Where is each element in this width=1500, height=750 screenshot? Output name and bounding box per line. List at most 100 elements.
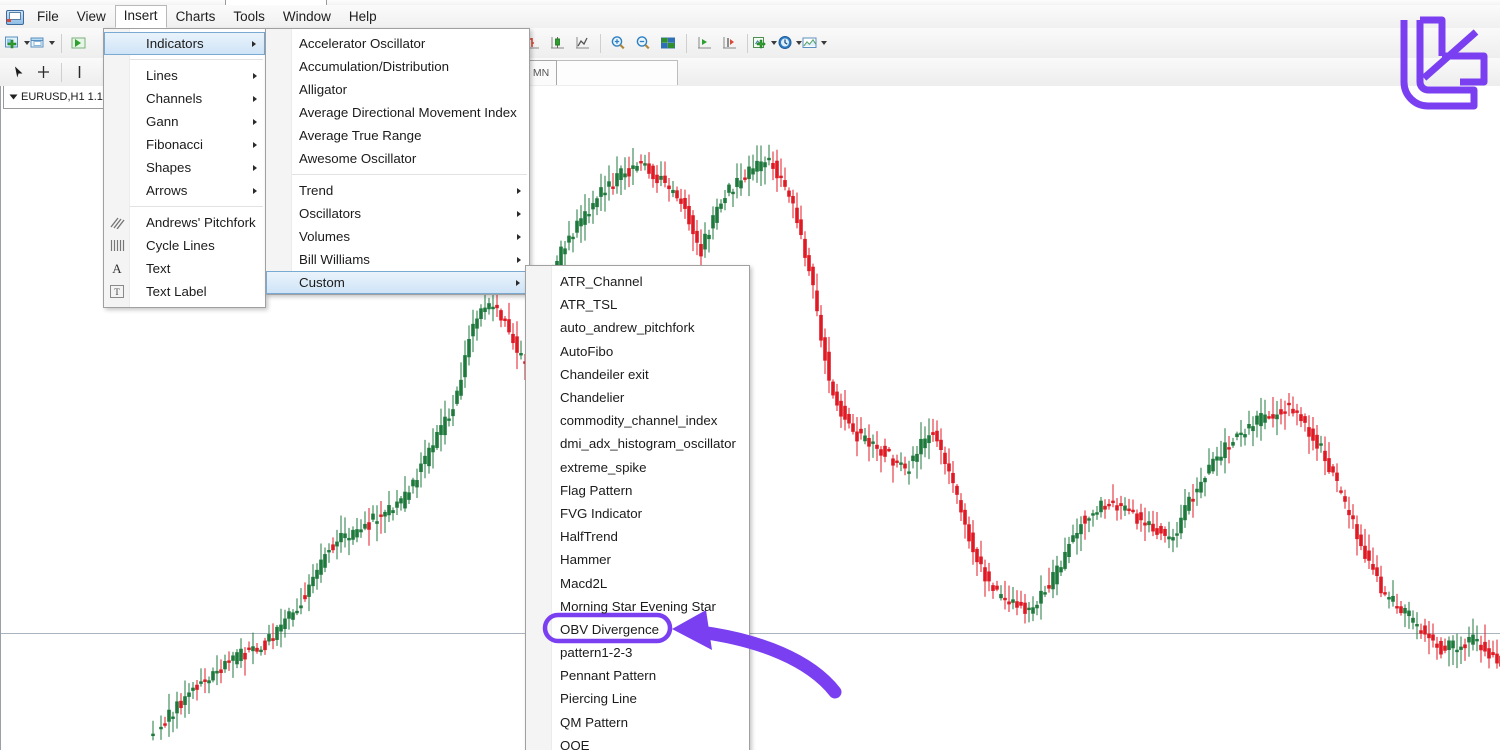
mt4-app-icon — [5, 8, 24, 25]
insert-menu-item-indicators-label: Indicators — [146, 36, 204, 51]
indicators-menu-item-volumes[interactable]: Volumes — [266, 225, 529, 248]
green-arrow-icon — [70, 34, 89, 53]
insert-menu-item-cycle-lines[interactable]: Cycle Lines — [104, 234, 265, 257]
clock-icon — [776, 34, 795, 53]
period-button[interactable] — [778, 32, 803, 55]
line-chart-icon — [573, 34, 592, 53]
arrow-cursor-icon — [9, 63, 28, 82]
custom-menu-item-flag-pattern-label: Flag Pattern — [560, 483, 632, 498]
insert-menu-item-text[interactable]: A Text — [104, 257, 265, 280]
indicators-menu-item-volumes-label: Volumes — [299, 229, 350, 244]
insert-menu-item-andrews-pitchfork[interactable]: Andrews' Pitchfork — [104, 211, 265, 234]
add-indicator-button[interactable] — [753, 32, 778, 55]
insert-menu-item-lines[interactable]: Lines — [104, 64, 265, 87]
indicators-menu-item-alligator[interactable]: Alligator — [266, 78, 529, 101]
menu-help[interactable]: Help — [340, 6, 386, 28]
menu-separator — [130, 206, 263, 207]
insert-menu[interactable]: Indicators LinesChannelsGannFibonacci Shap… — [103, 28, 266, 308]
insert-menu-item-channels[interactable]: Channels — [104, 87, 265, 110]
custom-menu-item-hammer[interactable]: Hammer — [526, 548, 749, 571]
new-chart-button[interactable] — [6, 32, 31, 55]
custom-indicators-submenu[interactable]: ATR_ChannelATR_TSLauto_andrew_pitchfork A… — [525, 265, 750, 750]
custom-menu-item-commodity-channel-index[interactable]: commodity_channel_index — [526, 409, 749, 432]
insert-menu-item-text-label: Text — [146, 261, 170, 276]
chevron-down-icon[interactable] — [49, 41, 55, 45]
custom-menu-item-autofibo-label: AutoFibo — [560, 344, 613, 359]
line-chart-button[interactable] — [570, 32, 595, 55]
indicators-menu-item-average-directional-movement-index[interactable]: Average Directional Movement Index — [266, 101, 529, 124]
custom-menu-item-qqe[interactable]: QQE — [526, 734, 749, 750]
autotrading-button[interactable] — [67, 32, 92, 55]
insert-menu-item-gann[interactable]: Gann — [104, 110, 265, 133]
indicators-submenu[interactable]: Accelerator OscillatorAccumulation/Distr… — [265, 28, 530, 295]
zoom-out-button[interactable] — [631, 32, 656, 55]
grid-button[interactable] — [656, 32, 681, 55]
custom-menu-item-piercing-line[interactable]: Piercing Line — [526, 687, 749, 710]
custom-menu-item-morning-star-evening-star-label: Morning Star Evening Star — [560, 599, 716, 614]
chart-shift-icon — [695, 34, 714, 53]
menu-view[interactable]: View — [68, 6, 115, 28]
custom-menu-item-chandeiler-exit[interactable]: Chandeiler exit — [526, 363, 749, 386]
custom-menu-item-morning-star-evening-star[interactable]: Morning Star Evening Star — [526, 595, 749, 618]
insert-menu-item-text-label[interactable]: TText Label — [104, 280, 265, 303]
vertical-line-tool-button[interactable] — [67, 61, 92, 84]
indicators-menu-item-average-true-range[interactable]: Average True Range — [266, 124, 529, 147]
custom-menu-item-autofibo[interactable]: AutoFibo — [526, 340, 749, 363]
insert-menu-item-fibonacci[interactable]: Fibonacci — [104, 133, 265, 156]
autoscroll-button[interactable] — [717, 32, 742, 55]
indicators-menu-item-oscillators[interactable]: Oscillators — [266, 202, 529, 225]
custom-menu-item-extreme-spike[interactable]: extreme_spike — [526, 456, 749, 479]
indicators-menu-item-awesome-oscillator[interactable]: Awesome Oscillator — [266, 147, 529, 170]
insert-menu-item-shapes-label: Shapes — [146, 160, 191, 175]
custom-menu-item-qm-pattern[interactable]: QM Pattern — [526, 711, 749, 734]
indicators-menu-item-accumulation-distribution[interactable]: Accumulation/Distribution — [266, 55, 529, 78]
insert-menu-item-shapes[interactable]: Shapes — [104, 156, 265, 179]
custom-menu-item-atr-channel[interactable]: ATR_Channel — [526, 270, 749, 293]
custom-menu-item-pennant-pattern[interactable]: Pennant Pattern — [526, 664, 749, 687]
custom-menu-item-piercing-line-label: Piercing Line — [560, 691, 637, 706]
zoom-in-button[interactable] — [606, 32, 631, 55]
indicators-menu-item-alligator-label: Alligator — [299, 82, 347, 97]
custom-menu-item-chandeiler-exit-label: Chandeiler exit — [560, 367, 649, 382]
text-icon: A — [108, 261, 126, 277]
custom-menu-item-fvg-indicator[interactable]: FVG Indicator — [526, 502, 749, 525]
insert-menu-item-arrows[interactable]: Arrows — [104, 179, 265, 202]
cursor-tool-button[interactable] — [6, 61, 31, 84]
chevron-down-icon[interactable] — [821, 41, 827, 45]
custom-menu-item-flag-pattern[interactable]: Flag Pattern — [526, 479, 749, 502]
custom-menu-item-halftrend[interactable]: HalfTrend — [526, 525, 749, 548]
menu-window[interactable]: Window — [274, 6, 340, 28]
custom-menu-item-dmi-adx-histogram-oscillator[interactable]: dmi_adx_histogram_oscillator — [526, 432, 749, 455]
submenu-arrow-icon — [253, 188, 257, 194]
indicators-menu-item-bill-williams-label: Bill Williams — [299, 252, 370, 267]
crosshair-tool-button[interactable] — [31, 61, 56, 84]
templates-button[interactable] — [803, 32, 828, 55]
custom-menu-item-chandelier[interactable]: Chandelier — [526, 386, 749, 409]
insert-menu-item-indicators[interactable]: Indicators — [104, 32, 265, 55]
candlestick-chart-button[interactable] — [545, 32, 570, 55]
custom-menu-item-extreme-spike-label: extreme_spike — [560, 460, 646, 475]
custom-menu-item-auto-andrew-pitchfork[interactable]: auto_andrew_pitchfork — [526, 316, 749, 339]
vertical-line-icon — [70, 63, 89, 82]
menu-insert[interactable]: Insert — [115, 5, 167, 28]
custom-menu-item-atr-tsl[interactable]: ATR_TSL — [526, 293, 749, 316]
custom-menu-item-pattern1-2-3[interactable]: pattern1-2-3 — [526, 641, 749, 664]
menu-charts[interactable]: Charts — [167, 6, 225, 28]
custom-menu-item-obv-divergence[interactable]: OBV Divergence — [526, 618, 749, 641]
pitchfork-icon — [108, 215, 126, 231]
custom-menu-item-macd2l[interactable]: Macd2L — [526, 571, 749, 594]
autoscroll-icon — [720, 34, 739, 53]
indicators-menu-item-trend[interactable]: Trend — [266, 179, 529, 202]
indicators-menu-item-bill-williams[interactable]: Bill Williams — [266, 248, 529, 271]
menu-tools[interactable]: Tools — [224, 6, 274, 28]
zoom-out-icon — [634, 34, 653, 53]
shift-start-button[interactable] — [692, 32, 717, 55]
indicators-menu-item-accelerator-oscillator[interactable]: Accelerator Oscillator — [266, 32, 529, 55]
custom-menu-item-fvg-indicator-label: FVG Indicator — [560, 506, 642, 521]
menu-file[interactable]: File — [28, 6, 68, 28]
menu-separator — [130, 59, 263, 60]
indicators-menu-item-average-directional-movement-index-label: Average Directional Movement Index — [299, 105, 517, 120]
new-order-button[interactable] — [31, 32, 56, 55]
indicators-menu-item-custom[interactable]: Custom — [266, 271, 529, 294]
indicators-menu-item-custom-label: Custom — [299, 275, 345, 290]
